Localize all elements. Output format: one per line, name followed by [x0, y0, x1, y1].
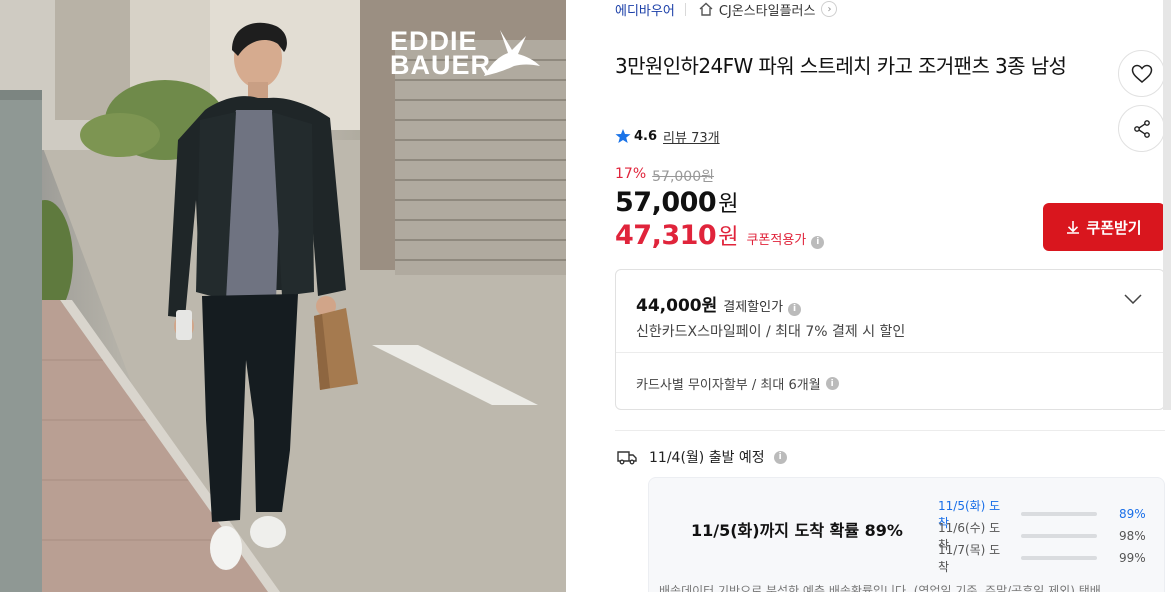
chevron-down-icon[interactable] — [1124, 294, 1142, 304]
sale-price-unit: 원 — [718, 192, 738, 217]
arrival-prob-bar — [1021, 534, 1097, 538]
star-icon — [615, 129, 631, 143]
discount-rate: 17% — [615, 166, 647, 182]
wishlist-button[interactable] — [1118, 50, 1165, 97]
store-home-icon — [699, 2, 713, 16]
download-coupon-button[interactable]: 쿠폰받기 — [1043, 203, 1165, 251]
store-link[interactable]: CJ온스타일플러스 — [719, 0, 816, 19]
coupon-price-unit: 원 — [718, 225, 739, 250]
payment-discount-price: 44,000원 결제할인가 i — [636, 291, 802, 316]
payment-discount-amount: 44,000원 — [636, 296, 718, 316]
truck-icon — [617, 451, 637, 465]
breadcrumb-divider — [684, 2, 686, 16]
arrival-prob-row: 11/7(목) 도착 99% — [938, 541, 1146, 575]
sale-price: 57,000원 — [615, 186, 738, 218]
arrival-prob-bar — [1021, 556, 1097, 560]
arrival-probability-box: 11/5(화)까지 도착 확률 89% 11/5(화) 도착 89% 11/6(… — [648, 477, 1165, 592]
product-detail-page: EDDIE BAUER 에디바우어 CJ온스타일플러스 › 3만원인하24FW … — [0, 0, 1174, 592]
info-icon[interactable]: i — [811, 235, 825, 249]
product-title: 3만원인하24FW 파워 스트레치 카고 조거팬츠 3종 남성 — [615, 54, 1067, 78]
arrival-disclaimer: 배송데이터 기반으로 분석한 예측 배송확률입니다. (영업일 기준, 주말/공… — [659, 584, 1101, 592]
share-button[interactable] — [1118, 105, 1165, 152]
breadcrumb: 에디바우어 CJ온스타일플러스 › — [615, 0, 838, 19]
brand-logo-line2: BAUER — [390, 50, 492, 80]
departure-text: 11/4(월) 출발 예정 — [649, 450, 765, 466]
coupon-price-label: 쿠폰적용가 — [746, 233, 807, 248]
brand-link[interactable]: 에디바우어 — [615, 0, 675, 19]
coupon-price: 47,310 원 쿠폰적용가 i — [615, 219, 825, 251]
heron-icon — [484, 30, 540, 76]
payment-benefit-box: 44,000원 결제할인가 i 신한카드X스마일페이 / 최대 7% 결제 시 … — [615, 269, 1165, 410]
arrival-headline: 11/5(화)까지 도착 확률 89% — [691, 521, 903, 540]
divider — [616, 352, 1164, 353]
coupon-price-value: 47,310 — [615, 220, 717, 251]
product-info-panel: 에디바우어 CJ온스타일플러스 › 3만원인하24FW 파워 스트레치 카고 조… — [615, 0, 1167, 592]
chevron-right-icon[interactable]: › — [821, 1, 838, 17]
installment-info: 카드사별 무이자할부 / 최대 6개월 i — [636, 374, 839, 393]
arrival-percent: 99% — [1119, 551, 1146, 565]
arrival-prob-bar — [1021, 512, 1097, 516]
info-icon[interactable]: i — [788, 302, 802, 316]
product-photo-illustration — [0, 0, 566, 592]
info-icon[interactable]: i — [773, 450, 787, 464]
rating-summary: 4.6 리뷰 73개 — [615, 126, 720, 146]
rating-score: 4.6 — [634, 128, 658, 144]
scrollbar[interactable] — [1163, 0, 1171, 410]
discount-row: 17% 57,000원 — [615, 166, 714, 186]
installment-text: 카드사별 무이자할부 / 최대 6개월 — [636, 378, 821, 393]
card-discount-description: 신한카드X스마일페이 / 최대 7% 결제 시 할인 — [636, 324, 906, 340]
product-image[interactable]: EDDIE BAUER — [0, 0, 566, 592]
share-icon — [1133, 119, 1150, 138]
download-icon — [1067, 221, 1080, 234]
sale-price-value: 57,000 — [615, 187, 717, 218]
review-count-link[interactable]: 리뷰 73개 — [663, 127, 720, 146]
download-coupon-label: 쿠폰받기 — [1086, 219, 1142, 237]
heart-icon — [1131, 64, 1152, 83]
arrival-date: 11/7(목) 도착 — [938, 543, 1001, 574]
brand-logo: EDDIE BAUER — [390, 26, 550, 82]
shipping-departure: 11/4(월) 출발 예정 i — [617, 447, 787, 467]
divider — [615, 430, 1165, 431]
info-icon[interactable]: i — [825, 377, 839, 390]
original-price: 57,000원 — [652, 169, 714, 185]
payment-discount-label: 결제할인가 — [723, 300, 784, 315]
